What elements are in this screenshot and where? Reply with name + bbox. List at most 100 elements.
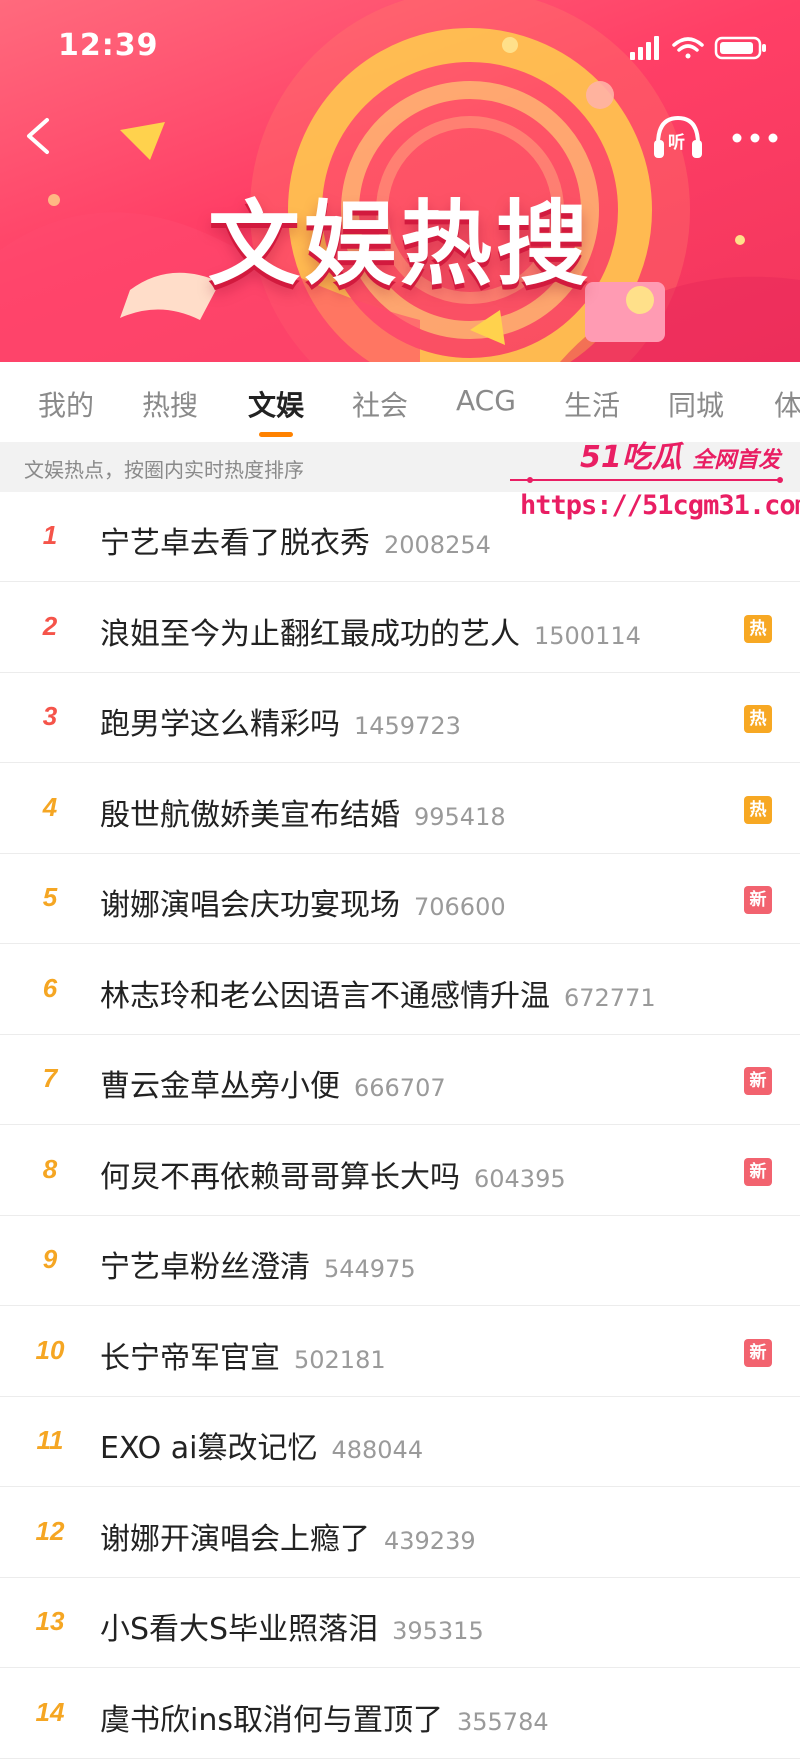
item-title-text: 曹云金草丛旁小便 — [100, 1069, 340, 1104]
rank-number: 5 — [42, 882, 58, 912]
category-tabs: 我的 热搜 文娱 社会 ACG 生活 同城 体 — [0, 362, 800, 442]
item-title: 小S看大S毕业照落泪 395315 — [100, 1604, 484, 1648]
watermark-url: https://51cgm31.com — [520, 490, 800, 521]
hot-badge: 热 — [744, 795, 772, 824]
rank-number: 12 — [35, 1515, 65, 1546]
rank-number: 13 — [35, 1606, 65, 1636]
hot-badge: 热 — [744, 614, 772, 643]
heat-count: 502181 — [294, 1345, 386, 1374]
tab-sports[interactable]: 体 — [774, 384, 800, 424]
item-title: 浪姐至今为止翻红最成功的艺人 1500114 — [100, 609, 641, 653]
rank-number: 7 — [42, 1063, 58, 1093]
list-item[interactable]: 6 林志玲和老公因语言不通感情升温 672771 — [0, 945, 800, 1035]
heat-count: 666707 — [354, 1074, 446, 1102]
list-item[interactable]: 11 EXO ai篡改记忆 488044 — [0, 1397, 800, 1487]
watermark-circuit-line — [510, 477, 783, 483]
active-tab-indicator — [259, 432, 293, 437]
heat-count: 488044 — [331, 1436, 424, 1464]
item-title-text: 殷世航傲娇美宣布结婚 — [100, 797, 400, 833]
rank-number: 9 — [42, 1244, 58, 1274]
row-divider — [0, 1757, 800, 1759]
item-title: 虞书欣ins取消何与置顶了 355784 — [100, 1695, 549, 1739]
banner-title: 文娱热搜 — [207, 191, 592, 298]
heat-count: 439239 — [384, 1526, 476, 1555]
item-title-text: EXO ai篡改记忆 — [100, 1431, 318, 1466]
heat-count: 395315 — [392, 1617, 484, 1645]
item-title-text: 谢娜演唱会庆功宴现场 — [100, 888, 400, 923]
item-title-text: 跑男学这么精彩吗 — [100, 707, 340, 742]
item-title-text: 虞书欣ins取消何与置顶了 — [100, 1702, 443, 1738]
hot-badge: 热 — [744, 705, 772, 733]
new-badge: 新 — [744, 1157, 772, 1186]
watermark-brand: 51吃瓜 全网首发 — [580, 432, 780, 476]
item-title: 林志玲和老公因语言不通感情升温 672771 — [100, 971, 656, 1015]
heat-count: 604395 — [474, 1164, 566, 1193]
list-item[interactable]: 8 何炅不再依赖哥哥算长大吗 604395 新 — [0, 1126, 800, 1216]
list-item[interactable]: 13 小S看大S毕业照落泪 395315 — [0, 1578, 800, 1668]
rank-number: 4 — [42, 791, 58, 822]
new-badge: 新 — [744, 1338, 772, 1367]
item-title: 宁艺卓粉丝澄清 544975 — [100, 1242, 416, 1286]
item-title: EXO ai篡改记忆 488044 — [100, 1423, 423, 1467]
status-icons — [630, 34, 770, 66]
list-item[interactable]: 14 虞书欣ins取消何与置顶了 355784 — [0, 1669, 800, 1759]
listen-label: 听 — [668, 133, 685, 153]
listen-button[interactable]: 听 — [650, 110, 706, 166]
rank-number: 1 — [42, 520, 58, 550]
item-title: 谢娜演唱会庆功宴现场 706600 — [100, 880, 506, 924]
item-title: 长宁帝军官宣 502181 — [100, 1333, 386, 1377]
item-title: 宁艺卓去看了脱衣秀 2008254 — [100, 518, 491, 562]
list-item[interactable]: 10 长宁帝军官宣 502181 新 — [0, 1307, 800, 1397]
rank-number: 6 — [42, 972, 58, 1003]
heat-count: 706600 — [414, 893, 506, 921]
rank-number: 10 — [35, 1334, 65, 1365]
tab-entertainment[interactable]: 文娱 — [248, 384, 304, 424]
item-title-text: 长宁帝军官宣 — [100, 1340, 280, 1376]
list-item[interactable]: 4 殷世航傲娇美宣布结婚 995418 热 — [0, 764, 800, 854]
chevron-left-icon — [27, 118, 49, 154]
list-description: 文娱热点，按圈内实时热度排序 — [24, 458, 304, 482]
status-time: 12:39 — [58, 28, 159, 63]
item-title-text: 宁艺卓粉丝澄清 — [100, 1250, 310, 1285]
wifi-icon — [672, 37, 704, 59]
list-item[interactable]: 12 谢娜开演唱会上瘾了 439239 — [0, 1488, 800, 1578]
heat-count: 1459723 — [354, 712, 461, 740]
rank-number: 2 — [42, 610, 58, 641]
rank-number: 14 — [35, 1696, 65, 1727]
battery-icon — [714, 36, 766, 60]
item-title: 谢娜开演唱会上瘾了 439239 — [100, 1514, 476, 1558]
item-title: 跑男学这么精彩吗 1459723 — [100, 699, 461, 743]
item-title-text: 何炅不再依赖哥哥算长大吗 — [100, 1159, 460, 1195]
item-title: 何炅不再依赖哥哥算长大吗 604395 — [100, 1152, 566, 1196]
list-item[interactable]: 3 跑男学这么精彩吗 1459723 热 — [0, 673, 800, 763]
more-dots-icon — [732, 133, 778, 143]
back-button[interactable] — [14, 112, 62, 160]
heat-count: 2008254 — [384, 531, 491, 559]
item-title-text: 小S看大S毕业照落泪 — [100, 1612, 379, 1647]
tab-society[interactable]: 社会 — [352, 384, 408, 424]
tab-hot-search[interactable]: 热搜 — [142, 384, 198, 424]
list-item[interactable]: 7 曹云金草丛旁小便 666707 新 — [0, 1035, 800, 1125]
list-item[interactable]: 5 谢娜演唱会庆功宴现场 706600 新 — [0, 854, 800, 944]
heat-count: 544975 — [324, 1255, 416, 1283]
heat-count: 1500114 — [534, 621, 641, 650]
item-title: 曹云金草丛旁小便 666707 — [100, 1061, 446, 1105]
new-badge: 新 — [744, 1067, 772, 1095]
heat-count: 995418 — [414, 802, 506, 831]
rank-number: 3 — [42, 701, 58, 731]
more-button[interactable] — [728, 118, 782, 158]
heat-count: 355784 — [456, 1707, 549, 1736]
item-title: 殷世航傲娇美宣布结婚 995418 — [100, 790, 506, 834]
watermark: 51吃瓜 全网首发 https://51cgm31.com — [510, 432, 800, 532]
tab-local[interactable]: 同城 — [668, 384, 724, 424]
header-banner: 12:39 听 文娱热搜 — [0, 0, 800, 362]
tab-acg[interactable]: ACG — [456, 384, 516, 417]
tab-life[interactable]: 生活 — [564, 384, 620, 424]
list-item[interactable]: 2 浪姐至今为止翻红最成功的艺人 1500114 热 — [0, 583, 800, 673]
watermark-brand-text: 51吃瓜 — [580, 440, 682, 475]
item-title-text: 宁艺卓去看了脱衣秀 — [100, 526, 370, 561]
rank-number: 8 — [42, 1153, 58, 1184]
tab-mine[interactable]: 我的 — [38, 384, 94, 424]
item-title-text: 谢娜开演唱会上瘾了 — [100, 1521, 370, 1557]
list-item[interactable]: 9 宁艺卓粉丝澄清 544975 — [0, 1216, 800, 1306]
